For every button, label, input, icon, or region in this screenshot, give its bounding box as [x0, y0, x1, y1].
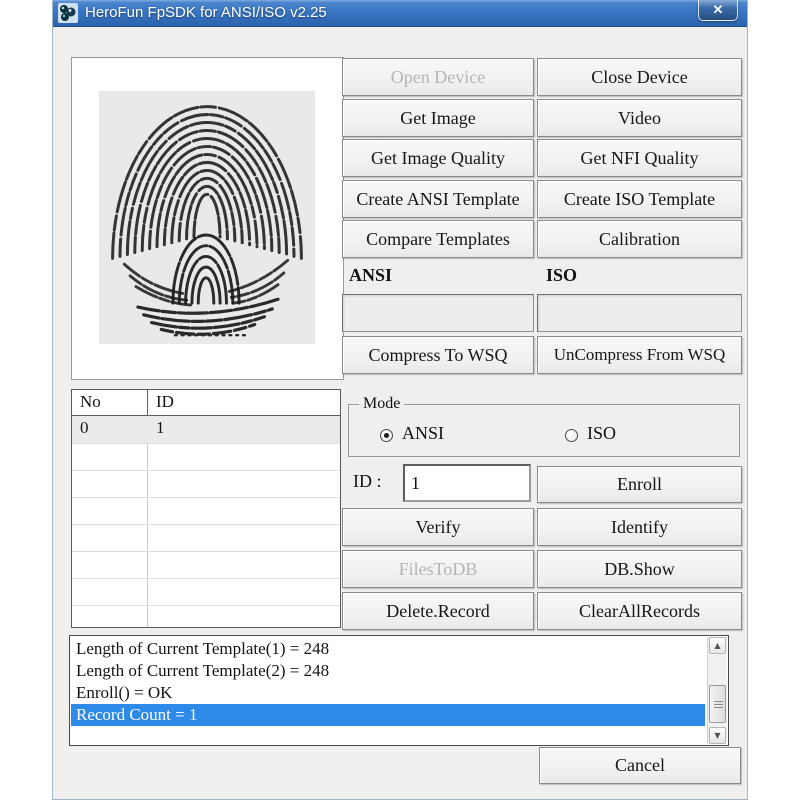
get-image-quality-button[interactable]: Get Image Quality [342, 139, 534, 177]
create-ansi-template-button[interactable]: Create ANSI Template [342, 180, 534, 218]
create-iso-template-button[interactable]: Create ISO Template [537, 180, 742, 218]
clear-all-records-button[interactable]: ClearAllRecords [537, 592, 742, 630]
id-input[interactable] [403, 464, 531, 502]
app-window: HeroFun FpSDK for ANSI/ISO v2.25 ✕ [52, 0, 748, 800]
fingerprint-image [99, 89, 315, 346]
delete-record-button[interactable]: Delete.Record [342, 592, 534, 630]
radio-ansi[interactable] [380, 429, 393, 442]
ansi-label: ANSI [349, 265, 392, 286]
id-label: ID : [353, 471, 382, 492]
radio-ansi-label[interactable]: ANSI [402, 423, 444, 444]
log-listbox[interactable]: Length of Current Template(1) = 248 Leng… [69, 635, 729, 746]
mode-groupbox: Mode ANSI ISO [348, 404, 740, 457]
enroll-button[interactable]: Enroll [537, 466, 742, 503]
calibration-button[interactable]: Calibration [537, 220, 742, 258]
row-separator [72, 470, 340, 471]
compress-to-wsq-button[interactable]: Compress To WSQ [342, 336, 534, 374]
row-separator [72, 443, 340, 444]
log-line[interactable]: Length of Current Template(1) = 248 [71, 638, 705, 660]
db-show-button[interactable]: DB.Show [537, 550, 742, 588]
scroll-up-icon: ▲ [714, 641, 720, 650]
get-nfi-quality-button[interactable]: Get NFI Quality [537, 139, 742, 177]
radio-dot [384, 433, 389, 438]
cancel-button[interactable]: Cancel [539, 747, 741, 784]
mode-groupbox-title: Mode [359, 395, 404, 413]
row-separator [72, 605, 340, 606]
row-cell-id: 1 [156, 418, 165, 438]
open-device-button: Open Device [342, 58, 534, 96]
row-separator [72, 578, 340, 579]
scrollbar-thumb[interactable] [709, 685, 726, 723]
get-image-button[interactable]: Get Image [342, 99, 534, 137]
iso-template-field[interactable] [537, 294, 742, 332]
log-line[interactable]: Length of Current Template(2) = 248 [71, 660, 705, 682]
ansi-template-field[interactable] [342, 294, 534, 332]
table-row[interactable]: 0 1 [72, 416, 340, 443]
radio-iso-label[interactable]: ISO [587, 423, 616, 444]
log-line-selected[interactable]: Record Count = 1 [71, 704, 705, 726]
close-device-button[interactable]: Close Device [537, 58, 742, 96]
uncompress-from-wsq-button[interactable]: UnCompress From WSQ [537, 336, 742, 374]
close-icon: ✕ [713, 2, 724, 17]
column-header-id: ID [156, 392, 174, 412]
row-separator [72, 524, 340, 525]
video-button[interactable]: Video [537, 99, 742, 137]
column-divider-header [147, 390, 148, 416]
row-separator [72, 497, 340, 498]
app-icon [58, 3, 78, 23]
compare-templates-button[interactable]: Compare Templates [342, 220, 534, 258]
close-button[interactable]: ✕ [698, 0, 738, 21]
vertical-scrollbar[interactable]: ▲ ▼ [707, 637, 727, 744]
record-table[interactable]: No ID 0 1 [71, 389, 341, 628]
fingerprint-panel [71, 57, 344, 380]
window-title: HeroFun FpSDK for ANSI/ISO v2.25 [85, 4, 327, 21]
record-table-header: No ID [72, 390, 340, 416]
iso-label: ISO [546, 265, 577, 286]
scroll-down-button[interactable]: ▼ [709, 727, 726, 744]
column-header-no: No [80, 392, 101, 412]
scroll-down-icon: ▼ [714, 731, 720, 740]
row-cell-no: 0 [80, 418, 89, 438]
titlebar: HeroFun FpSDK for ANSI/ISO v2.25 ✕ [53, 0, 747, 27]
thumb-grip-icon [714, 701, 723, 709]
log-line[interactable]: Enroll() = OK [71, 682, 705, 704]
row-separator [72, 551, 340, 552]
radio-iso[interactable] [565, 429, 578, 442]
verify-button[interactable]: Verify [342, 508, 534, 546]
scroll-up-button[interactable]: ▲ [709, 637, 726, 654]
identify-button[interactable]: Identify [537, 508, 742, 546]
files-to-db-button: FilesToDB [342, 550, 534, 588]
